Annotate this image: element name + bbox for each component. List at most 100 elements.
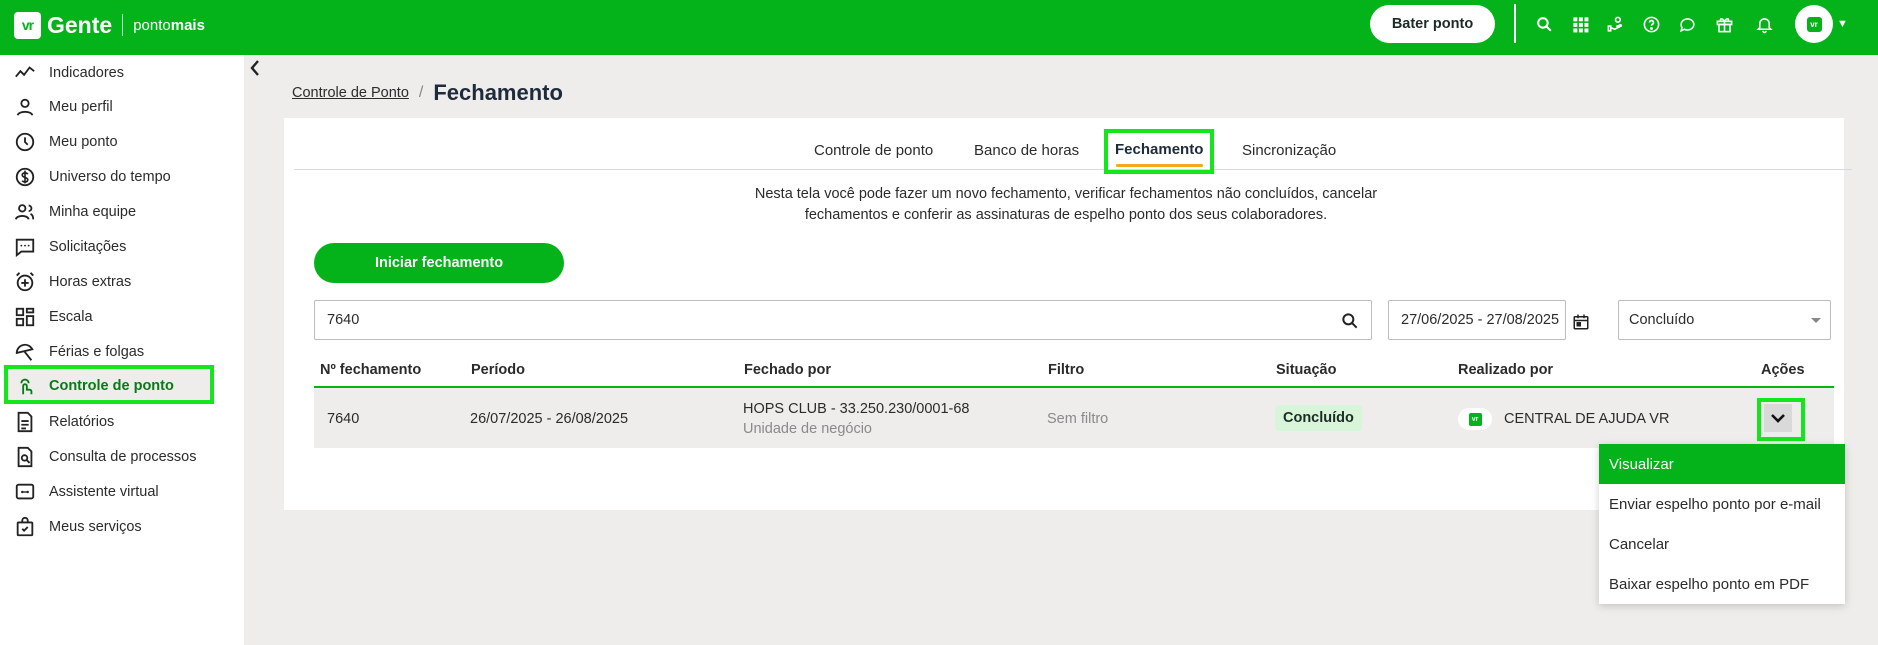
bater-ponto-button[interactable]: Bater ponto — [1370, 5, 1495, 43]
sidebar-item-universo-do-tempo[interactable]: Universo do tempo — [6, 159, 213, 194]
top-bar: vr Gente pontomais Bater ponto vr ▼ — [0, 0, 1878, 55]
breadcrumb-separator: / — [418, 84, 424, 101]
sidebar-item-relatorios[interactable]: Relatórios — [6, 404, 213, 439]
column-header-fechado-por: Fechado por — [744, 362, 832, 378]
sidebar-item-consulta-de-processos[interactable]: Consulta de processos — [6, 439, 213, 474]
sidebar-item-ferias-e-folgas[interactable]: Férias e folgas — [6, 334, 213, 369]
collapse-sidebar-button[interactable] — [246, 56, 264, 80]
assistant-icon — [14, 481, 36, 503]
sidebar-item-solicitacoes[interactable]: Solicitações — [6, 229, 213, 264]
date-range-value: 27/06/2025 - 27/08/2025 — [1401, 312, 1560, 328]
row-actions-button[interactable] — [1764, 404, 1792, 432]
caret-down-icon — [1811, 318, 1821, 323]
chevron-down-icon[interactable]: ▼ — [1837, 18, 1848, 30]
column-header-periodo: Período — [471, 362, 525, 378]
search-field[interactable] — [314, 300, 1372, 340]
date-range-field[interactable]: 27/06/2025 - 27/08/2025 — [1388, 300, 1589, 340]
cell-fechado-por: HOPS CLUB - 33.250.230/0001-68 — [743, 401, 970, 417]
cell-numero: 7640 — [327, 411, 360, 427]
logo-product: pontomais — [133, 17, 205, 34]
breadcrumb-link-controle-de-ponto[interactable]: Controle de Ponto — [292, 85, 409, 101]
sidebar-item-label: Meu perfil — [49, 98, 113, 115]
chevron-down-icon — [1771, 414, 1785, 423]
column-header-situacao: Situação — [1276, 362, 1337, 378]
bell-icon[interactable] — [1753, 13, 1775, 35]
document-icon — [14, 411, 36, 433]
cell-periodo: 26/07/2025 - 26/08/2025 — [470, 411, 629, 427]
realizado-avatar: vr — [1458, 408, 1492, 430]
menu-item-visualizar[interactable]: Visualizar — [1599, 444, 1845, 484]
status-badge: Concluído — [1275, 405, 1362, 431]
benefits-icon[interactable] — [1604, 13, 1626, 35]
logo-brand: Gente — [47, 11, 113, 38]
menu-item-baixar-pdf[interactable]: Baixar espelho ponto em PDF — [1599, 564, 1845, 604]
sidebar-item-label: Minha equipe — [49, 203, 137, 220]
sidebar-item-label: Férias e folgas — [49, 343, 145, 360]
logo-product-suffix: mais — [170, 16, 205, 34]
user-avatar[interactable]: vr — [1795, 5, 1833, 43]
logo-separator — [122, 14, 124, 36]
column-header-acoes: Ações — [1761, 362, 1805, 378]
team-icon — [14, 201, 36, 223]
status-select-value: Concluído — [1629, 312, 1695, 328]
sidebar-item-label: Meu ponto — [49, 133, 118, 150]
menu-item-enviar-email[interactable]: Enviar espelho ponto por e-mail — [1599, 484, 1845, 524]
tab-banco-de-horas[interactable]: Banco de horas — [974, 142, 1079, 159]
iniciar-fechamento-button[interactable]: Iniciar fechamento — [314, 243, 564, 283]
sidebar-item-label: Escala — [49, 308, 93, 325]
search-icon[interactable] — [1340, 311, 1360, 331]
column-header-realizado-por: Realizado por — [1458, 362, 1554, 378]
description-line-2: fechamentos e conferir as assinaturas de… — [804, 207, 1328, 223]
breadcrumb: Controle de Ponto / Fechamento — [292, 80, 563, 106]
sidebar-item-indicadores[interactable]: Indicadores — [6, 55, 213, 90]
sidebar-item-minha-equipe[interactable]: Minha equipe — [6, 194, 213, 229]
column-header-filtro: Filtro — [1048, 362, 1085, 378]
status-select[interactable]: Concluído — [1618, 300, 1831, 340]
logo-product-prefix: ponto — [133, 16, 171, 34]
vr-logo-mark: vr — [14, 11, 41, 39]
message-icon — [14, 236, 36, 258]
clock-icon — [14, 131, 36, 153]
search-icon[interactable] — [1533, 13, 1555, 35]
sidebar-item-escala[interactable]: Escala — [6, 299, 213, 334]
tab-sincronizacao[interactable]: Sincronização — [1242, 142, 1336, 159]
touch-icon — [14, 375, 36, 397]
actions-menu: Visualizar Enviar espelho ponto por e-ma… — [1599, 444, 1845, 604]
logo[interactable]: vr Gente pontomais — [14, 11, 205, 39]
menu-item-cancelar[interactable]: Cancelar — [1599, 524, 1845, 564]
tabs-divider — [294, 169, 1852, 170]
gift-icon[interactable] — [1713, 13, 1735, 35]
sidebar-item-label: Consulta de processos — [49, 448, 197, 465]
search-input[interactable] — [327, 309, 1307, 331]
sidebar-item-assistente-virtual[interactable]: Assistente virtual — [6, 474, 213, 509]
page-title: Fechamento — [433, 80, 563, 105]
sidebar-item-meus-servicos[interactable]: Meus serviços — [6, 509, 213, 544]
cell-filtro: Sem filtro — [1047, 411, 1109, 427]
sidebar-item-label: Horas extras — [49, 273, 132, 290]
sidebar-item-label: Assistente virtual — [49, 483, 159, 500]
sidebar-item-label: Meus serviços — [49, 518, 142, 535]
tab-fechamento[interactable]: Fechamento — [1115, 141, 1203, 158]
apps-grid-icon[interactable] — [1569, 13, 1591, 35]
tab-controle-de-ponto[interactable]: Controle de ponto — [814, 142, 933, 159]
realizado-avatar-mark: vr — [1468, 412, 1482, 426]
sidebar-item-horas-extras[interactable]: Horas extras — [6, 264, 213, 299]
column-header-numero: Nº fechamento — [320, 362, 422, 378]
page-description: Nesta tela você pode fazer um novo fecha… — [700, 184, 1432, 226]
sidebar-item-meu-ponto[interactable]: Meu ponto — [6, 124, 213, 159]
sidebar-item-meu-perfil[interactable]: Meu perfil — [6, 89, 213, 124]
sidebar-item-label: Indicadores — [49, 64, 124, 81]
chat-icon[interactable] — [1676, 13, 1698, 35]
grid-icon — [14, 306, 36, 328]
umbrella-icon — [14, 341, 36, 363]
dollar-icon — [14, 166, 36, 188]
cell-fechado-por-sub: Unidade de negócio — [743, 421, 872, 437]
file-search-icon — [14, 446, 36, 468]
help-icon[interactable] — [1640, 13, 1662, 35]
alarm-plus-icon — [14, 271, 36, 293]
calendar-icon[interactable] — [1572, 313, 1590, 331]
sidebar-item-controle-de-ponto[interactable]: Controle de ponto — [6, 368, 213, 403]
chevron-left-icon — [250, 60, 259, 76]
trend-icon — [14, 62, 36, 84]
avatar-mark: vr — [1806, 16, 1822, 32]
